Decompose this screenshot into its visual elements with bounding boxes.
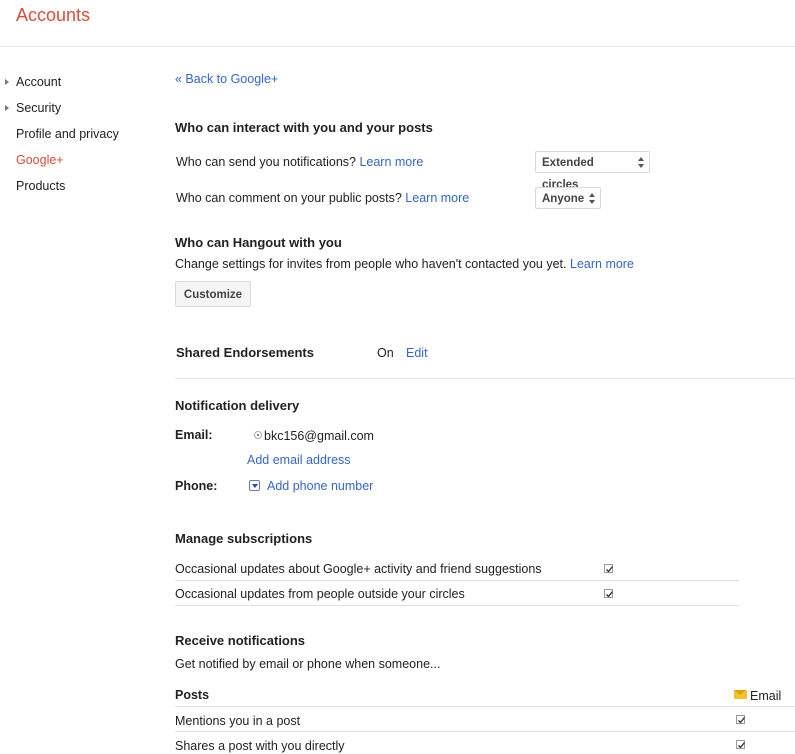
- sidebar-item-label: Account: [16, 75, 62, 89]
- endorsements-label: Shared Endorsements: [176, 345, 314, 360]
- checkmark-icon: [738, 742, 746, 749]
- expand-arrow-icon: [5, 79, 9, 85]
- comment-learn-more-link[interactable]: Learn more: [405, 191, 469, 205]
- sidebar-item-label: Profile and privacy: [16, 127, 119, 141]
- dropdown-icon[interactable]: [249, 480, 260, 491]
- comment-question-text: Who can comment on your public posts?: [176, 191, 402, 205]
- checkmark-icon: [606, 566, 614, 573]
- row-divider: [175, 706, 795, 707]
- notification-item-shares: Shares a post with you directly: [175, 739, 345, 753]
- notifications-select[interactable]: Extended circles: [535, 151, 650, 191]
- receive-description: Get notified by email or phone when some…: [175, 657, 441, 671]
- sidebar-item-google-plus[interactable]: Google+: [16, 153, 64, 167]
- posts-heading: Posts: [175, 688, 210, 702]
- sidebar-item-profile-privacy[interactable]: Profile and privacy: [16, 127, 119, 141]
- sidebar-item-security[interactable]: Security: [5, 101, 62, 115]
- select-arrows-icon: [638, 157, 644, 169]
- add-email-link[interactable]: Add email address: [247, 453, 351, 467]
- email-label: Email:: [175, 428, 213, 442]
- checkbox[interactable]: [736, 715, 746, 724]
- notification-item-mentions: Mentions you in a post: [175, 714, 301, 728]
- endorsements-edit-link[interactable]: Edit: [406, 346, 428, 360]
- add-phone-link[interactable]: Add phone number: [267, 479, 373, 493]
- sidebar-item-label: Google+: [16, 153, 64, 167]
- row-divider: [175, 731, 795, 732]
- sidebar-item-label: Security: [16, 101, 62, 115]
- hangout-heading: Who can Hangout with you: [175, 235, 342, 250]
- phone-label: Phone:: [175, 479, 218, 493]
- back-link[interactable]: « Back to Google+: [175, 72, 278, 86]
- comment-select[interactable]: Anyone: [535, 187, 601, 209]
- comment-question: Who can comment on your public posts? Le…: [176, 191, 469, 205]
- subscription-item-outside-circles: Occasional updates from people outside y…: [175, 587, 465, 601]
- interact-heading: Who can interact with you and your posts: [175, 120, 433, 135]
- sidebar-item-account[interactable]: Account: [5, 75, 62, 89]
- email-envelope-icon: [734, 690, 747, 699]
- sidebar-item-products[interactable]: Products: [16, 179, 65, 193]
- email-column-header: Email: [750, 689, 782, 703]
- delivery-heading: Notification delivery: [175, 398, 300, 413]
- comment-select-value: Anyone: [542, 193, 585, 205]
- app-title[interactable]: Accounts: [16, 5, 90, 26]
- checkmark-icon: [606, 591, 614, 598]
- row-divider: [175, 605, 739, 606]
- header: Accounts: [0, 0, 795, 47]
- notifications-question: Who can send you notifications? Learn mo…: [176, 155, 423, 169]
- checkmark-icon: [738, 717, 746, 724]
- checkbox[interactable]: [604, 564, 614, 573]
- checkbox[interactable]: [604, 589, 614, 598]
- notifications-question-text: Who can send you notifications?: [176, 155, 356, 169]
- select-arrows-icon: [589, 193, 595, 205]
- row-divider: [175, 580, 739, 581]
- expand-arrow-icon: [5, 105, 9, 111]
- subscription-item-activity: Occasional updates about Google+ activit…: [175, 562, 542, 576]
- subscriptions-heading: Manage subscriptions: [175, 531, 313, 546]
- sidebar-item-label: Products: [16, 179, 66, 193]
- checkbox[interactable]: [736, 740, 746, 749]
- hangout-description: Change settings for invites from people …: [175, 257, 634, 271]
- email-radio[interactable]: [254, 431, 262, 439]
- notifications-select-value: Extended circles: [542, 157, 594, 191]
- divider: [175, 378, 795, 379]
- hangout-learn-more-link[interactable]: Learn more: [570, 257, 634, 271]
- email-value: bkc156@gmail.com: [264, 429, 374, 443]
- customize-button[interactable]: Customize: [175, 281, 251, 307]
- hangout-description-text: Change settings for invites from people …: [175, 257, 567, 271]
- receive-heading: Receive notifications: [175, 633, 306, 648]
- notifications-learn-more-link[interactable]: Learn more: [359, 155, 423, 169]
- endorsements-status: On: [377, 346, 394, 360]
